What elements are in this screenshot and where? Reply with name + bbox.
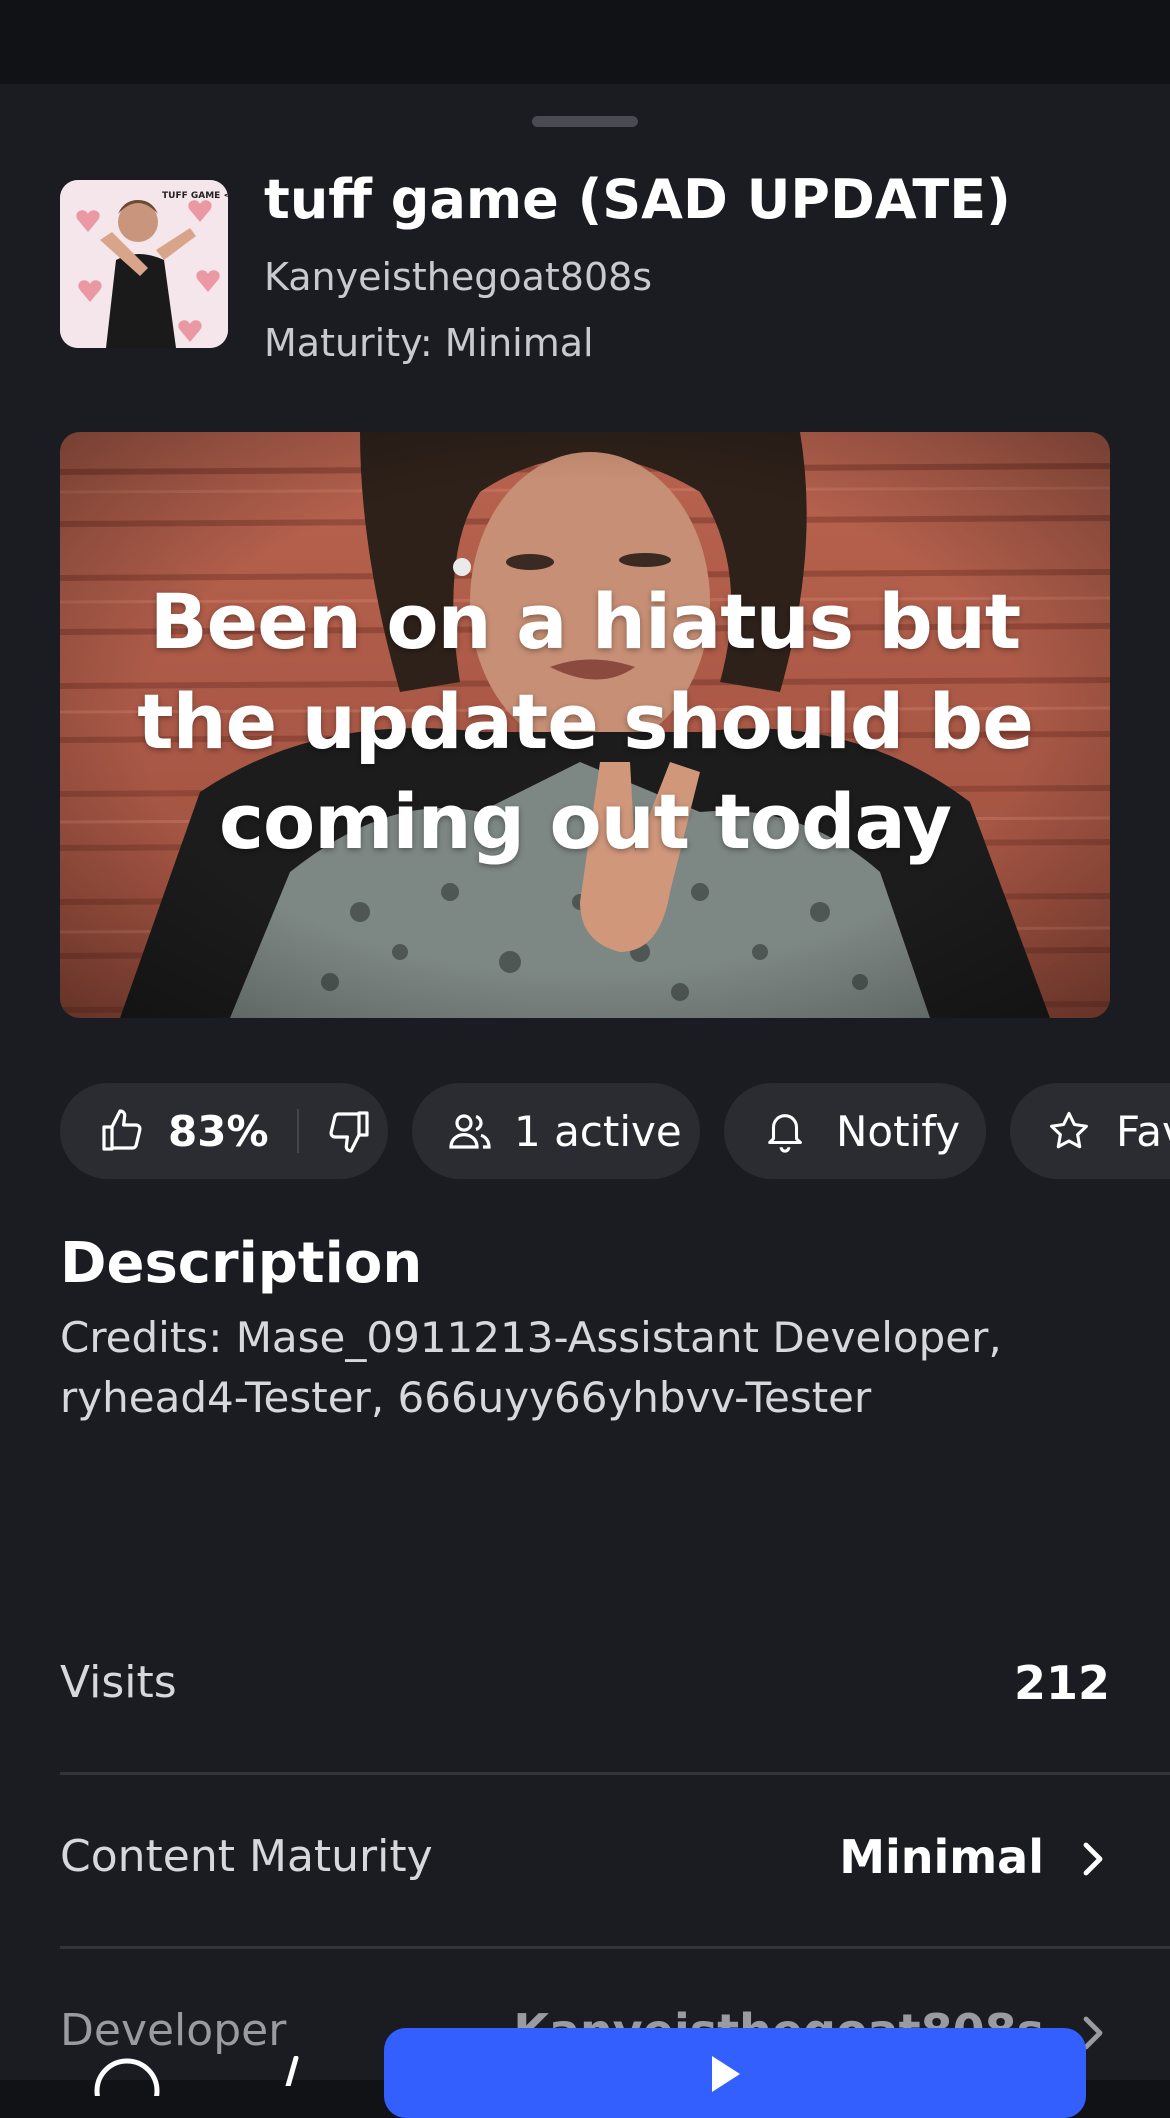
bottom-action-bar <box>0 1996 1170 2118</box>
description-heading: Description <box>60 1231 423 1296</box>
chevron-right-icon <box>1074 1839 1110 1883</box>
thumbnail-caption: TUFF GAME <3 <box>162 191 228 201</box>
content-maturity-label: Content Maturity <box>60 1831 433 1882</box>
visits-row: Visits 212 <box>60 1601 1170 1775</box>
sheet-grabber[interactable] <box>532 116 638 127</box>
rating-pill: 83% <box>60 1083 388 1179</box>
thumbs-up-icon[interactable] <box>98 1107 146 1155</box>
content-maturity-row[interactable]: Content Maturity Minimal <box>60 1775 1170 1949</box>
bell-icon <box>762 1108 808 1154</box>
active-players-pill[interactable]: 1 active <box>412 1083 700 1179</box>
game-banner-image[interactable]: Been on a hiatus but the update should b… <box>60 432 1110 1018</box>
favorite-button[interactable]: Fav <box>1010 1083 1170 1179</box>
notify-label: Notify <box>836 1106 961 1156</box>
rating-divider <box>296 1109 299 1153</box>
thumbnail-image: TUFF GAME <3 <box>60 180 228 348</box>
people-icon <box>446 1107 494 1155</box>
content-maturity-value: Minimal <box>839 1830 1044 1884</box>
active-count: 1 active <box>514 1106 682 1156</box>
play-icon <box>704 2052 744 2096</box>
game-thumbnail: TUFF GAME <3 <box>60 180 228 348</box>
banner-caption: Been on a hiatus but the update should b… <box>137 577 1034 866</box>
game-title: tuff game (SAD UPDATE) <box>264 168 1011 231</box>
rating-percent: 83% <box>168 1106 269 1156</box>
action-pills-row: 83% 1 active Notify Fa <box>0 1083 1170 1179</box>
visits-label: Visits <box>60 1657 177 1708</box>
game-creator-link[interactable]: Kanyeisthegoat808s <box>264 252 652 302</box>
status-bar <box>0 0 1170 84</box>
visits-value: 212 <box>1013 1656 1110 1710</box>
share-icon[interactable] <box>268 2055 308 2090</box>
thumbs-down-icon[interactable] <box>325 1107 373 1155</box>
game-details-sheet: TUFF GAME <3 tuff game (SAD UPDATE) Kany… <box>0 84 1170 2080</box>
game-maturity-label: Maturity: Minimal <box>264 321 594 365</box>
favorite-label: Fav <box>1116 1106 1170 1156</box>
chat-icon[interactable] <box>92 2056 162 2118</box>
play-button[interactable] <box>384 2028 1086 2118</box>
star-icon <box>1046 1108 1092 1154</box>
notify-button[interactable]: Notify <box>724 1083 986 1179</box>
description-text: Credits: Mase_0911213-Assistant Develope… <box>60 1313 1002 1422</box>
